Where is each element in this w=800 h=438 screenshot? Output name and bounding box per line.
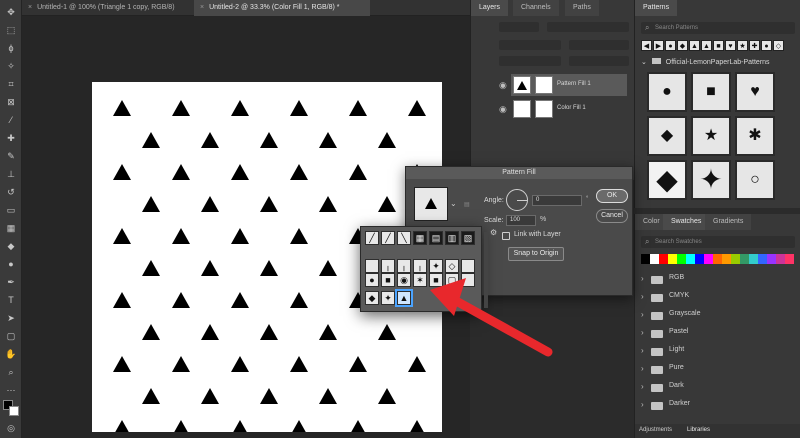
annotation-arrow [430,278,553,357]
arrow-shaft [453,297,553,357]
arrow-head [430,278,466,316]
